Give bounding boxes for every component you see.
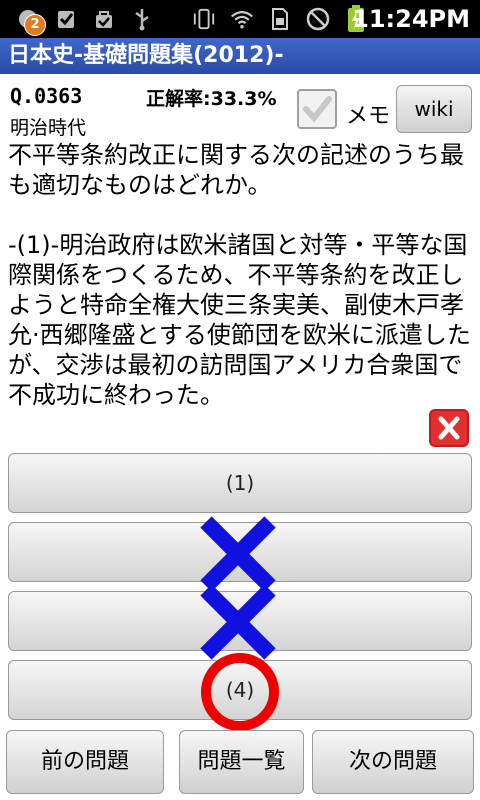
memo-checkbox[interactable] — [297, 89, 337, 129]
close-icon — [438, 416, 460, 440]
question-era: 明治時代 — [10, 117, 87, 139]
wifi-icon — [230, 7, 254, 31]
checklist-icon — [54, 7, 78, 31]
memo-label: メモ — [346, 104, 391, 129]
question-number: Q.0363 — [10, 84, 83, 108]
vibrate-icon — [192, 7, 216, 31]
question-list-button[interactable]: 問題一覧 — [179, 730, 304, 794]
answer-button-2[interactable] — [8, 522, 472, 582]
next-question-button[interactable]: 次の問題 — [312, 730, 474, 794]
status-bar: 2 11:24PM — [0, 0, 480, 38]
no-signal-icon — [306, 7, 330, 31]
correct-rate: 正解率:33.3% — [146, 88, 277, 110]
wiki-button[interactable]: wiki — [396, 85, 472, 133]
question-text: 不平等条約改正に関する次の記述のうち最も適切なものはどれか。 -(1)-明治政府… — [8, 141, 471, 409]
usb-icon — [130, 7, 154, 31]
close-button[interactable] — [429, 409, 469, 447]
answer-button-1[interactable]: (1) — [8, 453, 472, 513]
clock: 11:24PM — [352, 5, 470, 33]
answer-button-4[interactable]: (4) — [8, 660, 472, 720]
check-icon — [303, 96, 332, 123]
status-icons-right — [192, 4, 368, 34]
prev-question-button[interactable]: 前の問題 — [6, 730, 164, 794]
notification-count-badge: 2 — [24, 14, 46, 36]
shopping-bag-icon — [92, 7, 116, 31]
answer-button-3[interactable] — [8, 591, 472, 651]
sim-icon — [268, 7, 292, 31]
app-title-bar: 日本史-基礎問題集(2012)- — [0, 38, 480, 74]
